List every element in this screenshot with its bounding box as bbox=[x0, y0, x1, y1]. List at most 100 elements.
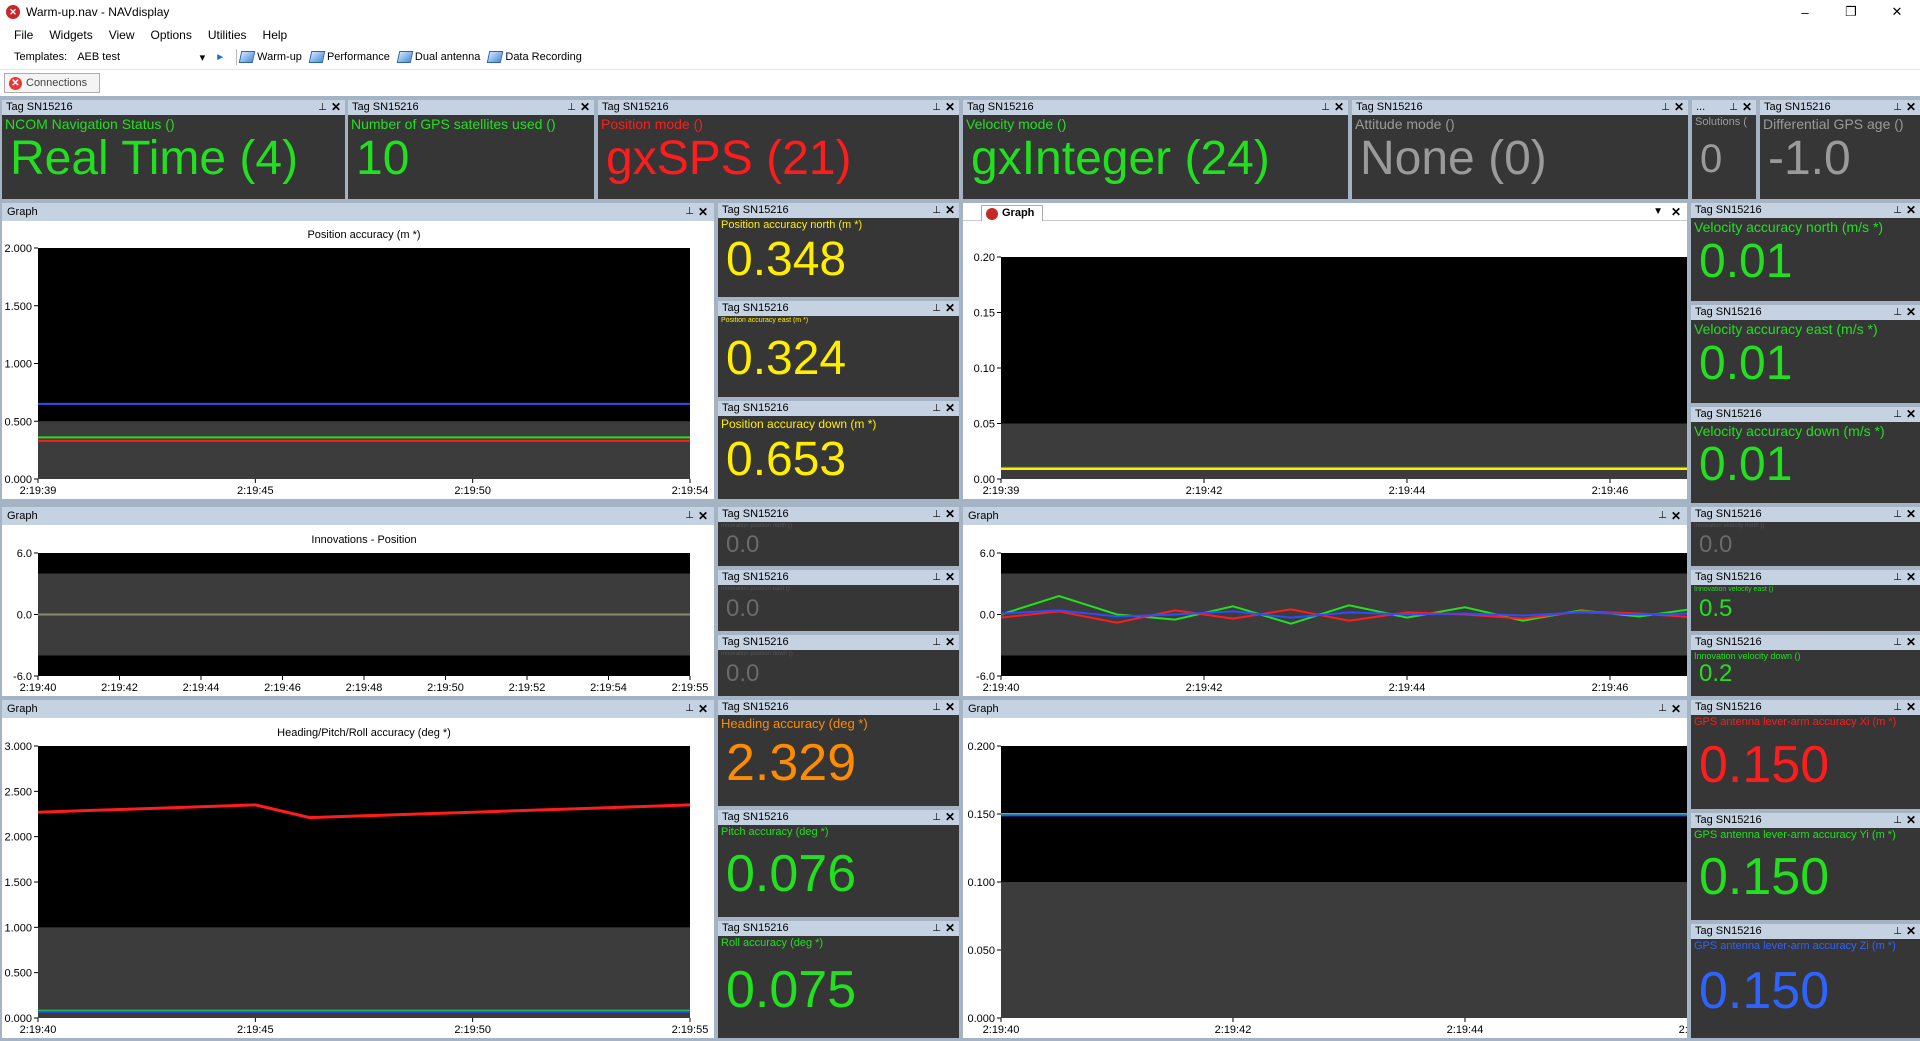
widget-header[interactable]: Tag SN15216 ⊥ ✕ bbox=[718, 921, 959, 936]
pin-icon[interactable]: ⊥ bbox=[932, 700, 941, 715]
close-icon[interactable]: ✕ bbox=[945, 810, 955, 825]
close-icon[interactable]: ✕ bbox=[1906, 700, 1916, 715]
pin-icon[interactable]: ⊥ bbox=[1893, 100, 1902, 115]
pin-icon[interactable]: ⊥ bbox=[932, 401, 941, 416]
pin-icon[interactable]: ⊥ bbox=[1658, 507, 1667, 525]
close-icon[interactable]: ✕ bbox=[1906, 570, 1916, 585]
pin-icon[interactable]: ⊥ bbox=[685, 203, 694, 221]
close-icon[interactable]: ✕ bbox=[945, 203, 955, 218]
pin-icon[interactable]: ⊥ bbox=[932, 921, 941, 936]
widget-header[interactable]: Tag SN15216 ⊥ ✕ bbox=[598, 100, 959, 115]
pin-icon[interactable]: ⊥ bbox=[932, 203, 941, 218]
close-icon[interactable]: ✕ bbox=[1906, 407, 1916, 422]
widget-header[interactable]: Tag SN15216 ⊥ ✕ bbox=[963, 100, 1348, 115]
widget-header[interactable]: Tag SN15216 ⊥ ✕ bbox=[1691, 203, 1920, 218]
template-warmup-button[interactable]: Warm-up bbox=[238, 51, 302, 63]
widget-header[interactable]: Tag SN15216 ⊥ ✕ bbox=[1691, 700, 1920, 715]
template-performance-button[interactable]: Performance bbox=[308, 51, 390, 63]
widget-header[interactable]: Tag SN15216 ⊥ ✕ bbox=[718, 810, 959, 825]
widget-header[interactable]: ... ⊥ ✕ bbox=[1692, 100, 1756, 115]
widget-header[interactable]: Tag SN15216 ⊥ ✕ bbox=[1691, 924, 1920, 939]
widget-header[interactable]: Tag SN15216 ⊥ ✕ bbox=[718, 203, 959, 218]
pin-icon[interactable]: ⊥ bbox=[1661, 100, 1670, 115]
widget-header[interactable]: Tag SN15216 ⊥ ✕ bbox=[1760, 100, 1920, 115]
pin-icon[interactable]: ⊥ bbox=[932, 507, 941, 522]
close-icon[interactable]: ✕ bbox=[1906, 305, 1916, 320]
close-icon[interactable]: ✕ bbox=[1334, 100, 1344, 115]
close-icon[interactable]: ✕ bbox=[1906, 507, 1916, 522]
menu-options[interactable]: Options bbox=[143, 28, 200, 42]
close-icon[interactable]: ✕ bbox=[945, 635, 955, 650]
template-select[interactable]: AEB test ▾ bbox=[73, 48, 209, 66]
close-icon[interactable]: ✕ bbox=[1671, 507, 1681, 525]
widget-header[interactable]: Tag SN15216 ⊥ ✕ bbox=[1691, 635, 1920, 650]
close-icon[interactable]: ✕ bbox=[1671, 203, 1681, 221]
pin-icon[interactable]: ⊥ bbox=[1729, 100, 1738, 115]
template-data-recording-button[interactable]: Data Recording bbox=[487, 51, 582, 63]
maximize-button[interactable]: ❐ bbox=[1828, 0, 1874, 24]
widget-header[interactable]: Tag SN15216 ⊥ ✕ bbox=[718, 301, 959, 316]
close-icon[interactable]: ✕ bbox=[1906, 203, 1916, 218]
pin-icon[interactable]: ⊥ bbox=[1893, 305, 1902, 320]
pin-icon[interactable]: ⊥ bbox=[1893, 813, 1902, 828]
graph-header[interactable]: Graph ⊥ ✕ bbox=[963, 507, 1687, 525]
connections-button[interactable]: ✕ Connections bbox=[4, 73, 100, 93]
graph-header[interactable]: Graph ⊥ ✕ bbox=[2, 203, 714, 221]
close-window-button[interactable]: ✕ bbox=[1874, 0, 1920, 24]
close-icon[interactable]: ✕ bbox=[580, 100, 590, 115]
pin-icon[interactable]: ⊥ bbox=[1893, 407, 1902, 422]
chevron-down-icon[interactable]: ▼ bbox=[1653, 203, 1663, 221]
graph-header[interactable]: Graph ⊥ ✕ bbox=[963, 700, 1687, 718]
close-icon[interactable]: ✕ bbox=[945, 921, 955, 936]
close-icon[interactable]: ✕ bbox=[1906, 100, 1916, 115]
close-icon[interactable]: ✕ bbox=[945, 301, 955, 316]
pin-icon[interactable]: ⊥ bbox=[567, 100, 576, 115]
pin-icon[interactable]: ⊥ bbox=[1893, 635, 1902, 650]
close-icon[interactable]: ✕ bbox=[1906, 635, 1916, 650]
menu-view[interactable]: View bbox=[101, 28, 143, 42]
pin-icon[interactable]: ⊥ bbox=[1893, 700, 1902, 715]
minimize-button[interactable]: – bbox=[1782, 0, 1828, 24]
widget-header[interactable]: Tag SN15216 ⊥ ✕ bbox=[718, 635, 959, 650]
close-icon[interactable]: ✕ bbox=[331, 100, 341, 115]
widget-header[interactable]: Tag SN15216 ⊥ ✕ bbox=[1691, 407, 1920, 422]
widget-header[interactable]: Tag SN15216 ⊥ ✕ bbox=[718, 570, 959, 585]
widget-header[interactable]: Tag SN15216 ⊥ ✕ bbox=[718, 507, 959, 522]
close-icon[interactable]: ✕ bbox=[1671, 700, 1681, 718]
close-icon[interactable]: ✕ bbox=[698, 507, 708, 525]
widget-header[interactable]: Tag SN15216 ⊥ ✕ bbox=[1352, 100, 1688, 115]
pin-icon[interactable]: ⊥ bbox=[1321, 100, 1330, 115]
widget-header[interactable]: Tag SN15216 ⊥ ✕ bbox=[1691, 305, 1920, 320]
pin-icon[interactable]: ⊥ bbox=[932, 635, 941, 650]
pin-icon[interactable]: ⊥ bbox=[932, 100, 941, 115]
menu-help[interactable]: Help bbox=[255, 28, 296, 42]
pin-icon[interactable]: ⊥ bbox=[1893, 924, 1902, 939]
pin-icon[interactable]: ⊥ bbox=[1893, 570, 1902, 585]
menu-widgets[interactable]: Widgets bbox=[41, 28, 100, 42]
graph-tab[interactable]: Graph bbox=[981, 205, 1044, 221]
close-icon[interactable]: ✕ bbox=[1906, 924, 1916, 939]
pin-icon[interactable]: ⊥ bbox=[685, 507, 694, 525]
close-icon[interactable]: ✕ bbox=[945, 507, 955, 522]
widget-header[interactable]: Tag SN15216 ⊥ ✕ bbox=[718, 401, 959, 416]
pin-icon[interactable]: ⊥ bbox=[1658, 700, 1667, 718]
menu-utilities[interactable]: Utilities bbox=[200, 28, 255, 42]
close-icon[interactable]: ✕ bbox=[1742, 100, 1752, 115]
widget-header[interactable]: Tag SN15216 ⊥ ✕ bbox=[1691, 813, 1920, 828]
widget-header[interactable]: Tag SN15216 ⊥ ✕ bbox=[348, 100, 594, 115]
widget-header[interactable]: Tag SN15216 ⊥ ✕ bbox=[1691, 507, 1920, 522]
close-icon[interactable]: ✕ bbox=[698, 700, 708, 718]
apply-template-button[interactable]: ► bbox=[215, 52, 225, 63]
close-icon[interactable]: ✕ bbox=[945, 100, 955, 115]
pin-icon[interactable]: ⊥ bbox=[932, 570, 941, 585]
pin-icon[interactable]: ⊥ bbox=[685, 700, 694, 718]
pin-icon[interactable]: ⊥ bbox=[318, 100, 327, 115]
template-dual-antenna-button[interactable]: Dual antenna bbox=[396, 51, 480, 63]
graph-header[interactable]: Graph ⊥ ✕ bbox=[2, 507, 714, 525]
pin-icon[interactable]: ⊥ bbox=[1893, 203, 1902, 218]
close-icon[interactable]: ✕ bbox=[1906, 813, 1916, 828]
close-icon[interactable]: ✕ bbox=[945, 570, 955, 585]
close-icon[interactable]: ✕ bbox=[1674, 100, 1684, 115]
widget-header[interactable]: Tag SN15216 ⊥ ✕ bbox=[2, 100, 345, 115]
pin-icon[interactable]: ⊥ bbox=[932, 301, 941, 316]
